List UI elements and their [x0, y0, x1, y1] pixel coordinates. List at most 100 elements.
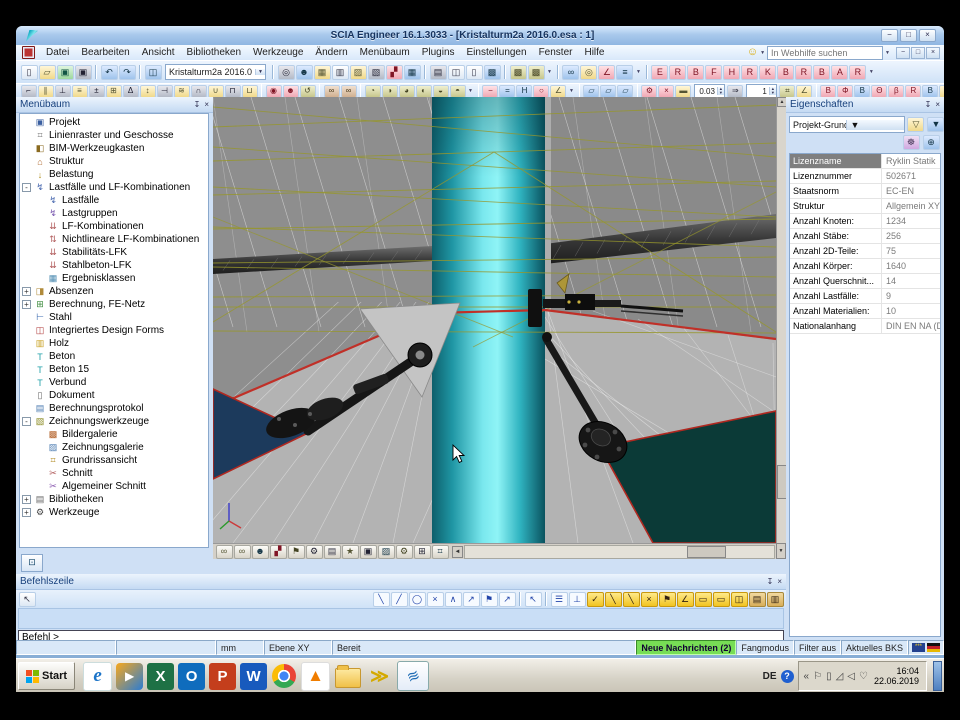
dimension-tool-icon[interactable]: =: [499, 85, 515, 98]
close-icon[interactable]: ×: [935, 100, 940, 109]
hinge-tool-icon[interactable]: H: [516, 85, 532, 98]
property-row[interactable]: Anzahl Knoten:1234: [790, 214, 940, 229]
snap-window-icon[interactable]: ◫: [731, 592, 748, 607]
erase-icon[interactable]: ×: [427, 592, 444, 607]
concrete-tool-icon[interactable]: B: [922, 85, 938, 98]
filter-icon[interactable]: ▽: [907, 117, 924, 132]
color-wheel-icon[interactable]: ☸: [903, 135, 920, 150]
grid-snap-icon[interactable]: ⌗: [779, 85, 795, 98]
language-indicator[interactable]: DE: [763, 671, 777, 682]
minimize-button[interactable]: −: [881, 29, 898, 42]
image-tool2-icon[interactable]: ▩: [528, 65, 545, 80]
star-view-icon[interactable]: ★: [342, 545, 359, 559]
concrete-tool-icon[interactable]: B: [820, 85, 836, 98]
member-tool-icon[interactable]: ∩: [191, 85, 207, 98]
property-row[interactable]: Anzahl Körper:1640: [790, 259, 940, 274]
menu-item-einstellungen[interactable]: Einstellungen: [461, 46, 533, 59]
pin-icon[interactable]: ↧: [194, 100, 201, 109]
viewport-vertical-scrollbar[interactable]: ▲: [776, 97, 786, 543]
member-tool-icon[interactable]: Δ: [123, 85, 139, 98]
tree-item[interactable]: +▤Bibliotheken: [20, 493, 208, 506]
angle-snap-icon[interactable]: ∠: [796, 85, 812, 98]
copy-tool-icon[interactable]: ▱: [617, 85, 633, 98]
menu-item-menübaum[interactable]: Menübaum: [354, 46, 416, 59]
snap-off-icon[interactable]: ×: [641, 592, 658, 607]
clock[interactable]: 16:0422.06.2019: [872, 666, 921, 686]
view-tool-icon[interactable]: ◒: [433, 85, 449, 98]
property-row[interactable]: StrukturAllgemein XYZ: [790, 199, 940, 214]
view-tool-icon[interactable]: ◕: [399, 85, 415, 98]
vlc-taskbar-icon[interactable]: ▲: [301, 662, 330, 691]
step-tool-icon[interactable]: ⇒: [727, 85, 743, 98]
menu-item-datei[interactable]: Datei: [40, 46, 75, 59]
property-row[interactable]: Anzahl Querschnit...14: [790, 274, 940, 289]
member-tool-icon[interactable]: ≋: [174, 85, 190, 98]
link-icon[interactable]: ∞: [562, 65, 579, 80]
tree-item[interactable]: ▤Berechnungsprotokol: [20, 402, 208, 415]
file-explorer-taskbar-icon[interactable]: [335, 668, 361, 688]
axes-icon[interactable]: ∠: [598, 65, 615, 80]
clipboard-icon[interactable]: ▨: [350, 65, 367, 80]
result-tool-icon[interactable]: B: [687, 65, 704, 80]
property-row[interactable]: Anzahl 2D-Teile:75: [790, 244, 940, 259]
snap-check-icon[interactable]: ✓: [587, 592, 604, 607]
dropdown-arrow-icon[interactable]: ▼: [867, 69, 876, 75]
menu-item-ändern[interactable]: Ändern: [309, 46, 353, 59]
restore-button[interactable]: □: [900, 29, 917, 42]
image-view-icon[interactable]: ▨: [378, 545, 395, 559]
angle-tool-icon[interactable]: ∠: [550, 85, 566, 98]
levels-icon[interactable]: ≡: [616, 65, 633, 80]
result-tool-icon[interactable]: B: [813, 65, 830, 80]
result-tool-icon[interactable]: E: [651, 65, 668, 80]
chart-view-icon[interactable]: ▞: [270, 545, 287, 559]
delete-tool-icon[interactable]: ×: [658, 85, 674, 98]
chevron-down-icon[interactable]: ▼: [885, 50, 890, 56]
tree-tab-icon[interactable]: ⊡: [21, 554, 43, 572]
tree-item[interactable]: ✂Algemeiner Schnitt: [20, 480, 208, 493]
property-row[interactable]: Anzahl Stäbe:256: [790, 229, 940, 244]
status-button[interactable]: Aktuelles BKS: [841, 640, 908, 655]
webhelp-search-input[interactable]: [767, 46, 883, 60]
property-row[interactable]: Anzahl Lastfälle:9: [790, 289, 940, 304]
save-all-icon[interactable]: ▣: [75, 65, 92, 80]
smiley-help-icon[interactable]: ☺: [747, 47, 758, 58]
box-view-icon[interactable]: ▣: [360, 545, 377, 559]
arrow2-icon[interactable]: ↗: [499, 592, 516, 607]
network-tray-icon[interactable]: ◿: [836, 671, 844, 682]
tree-item[interactable]: ▯Dokument: [20, 389, 208, 402]
gear-view-icon[interactable]: ⚙: [306, 545, 323, 559]
select-link-icon[interactable]: ∞: [216, 545, 233, 559]
device-tray-icon[interactable]: ▯: [826, 671, 832, 682]
member-tool-icon[interactable]: ≡: [72, 85, 88, 98]
close-icon[interactable]: ×: [777, 577, 782, 586]
result-tool-icon[interactable]: R: [741, 65, 758, 80]
menu-item-ansicht[interactable]: Ansicht: [136, 46, 181, 59]
print-view-icon[interactable]: ▤: [324, 545, 341, 559]
link-members-icon[interactable]: ∞: [324, 85, 340, 98]
result-tool-icon[interactable]: R: [849, 65, 866, 80]
powerpoint-taskbar-icon[interactable]: P: [209, 663, 236, 690]
draw-line-icon[interactable]: ╲: [373, 592, 390, 607]
tree-item[interactable]: ▣Projekt: [20, 116, 208, 129]
horizontal-scroll-thumb[interactable]: [687, 546, 726, 558]
member-tool-icon[interactable]: ⊣: [157, 85, 173, 98]
show-desktop-button[interactable]: [933, 661, 942, 691]
tree-item[interactable]: ⇊Stahlbeton-LFK: [20, 259, 208, 272]
snap-line-icon[interactable]: ╲: [605, 592, 622, 607]
image-tool-icon[interactable]: ▩: [510, 65, 527, 80]
user-view-icon[interactable]: ☻: [252, 545, 269, 559]
word-taskbar-icon[interactable]: W: [240, 663, 267, 690]
unlink-members-icon[interactable]: ∞: [341, 85, 357, 98]
tree-item[interactable]: TBeton: [20, 350, 208, 363]
tree-expander-icon[interactable]: -: [22, 417, 31, 426]
coord-list-icon[interactable]: ☰: [551, 592, 568, 607]
property-row[interactable]: Lizenznummer502671: [790, 169, 940, 184]
outlook-taskbar-icon[interactable]: O: [178, 663, 205, 690]
menu-item-werkzeuge[interactable]: Werkzeuge: [247, 46, 309, 59]
result-tool-icon[interactable]: F: [705, 65, 722, 80]
flag-view-icon[interactable]: ⚑: [288, 545, 305, 559]
view-tool-icon[interactable]: ◔: [365, 85, 381, 98]
tree-item[interactable]: ▨Zeichnungsgalerie: [20, 441, 208, 454]
tree-item[interactable]: ◧BIM-Werkzeugkasten: [20, 142, 208, 155]
tree-item[interactable]: ▩Bildergalerie: [20, 428, 208, 441]
